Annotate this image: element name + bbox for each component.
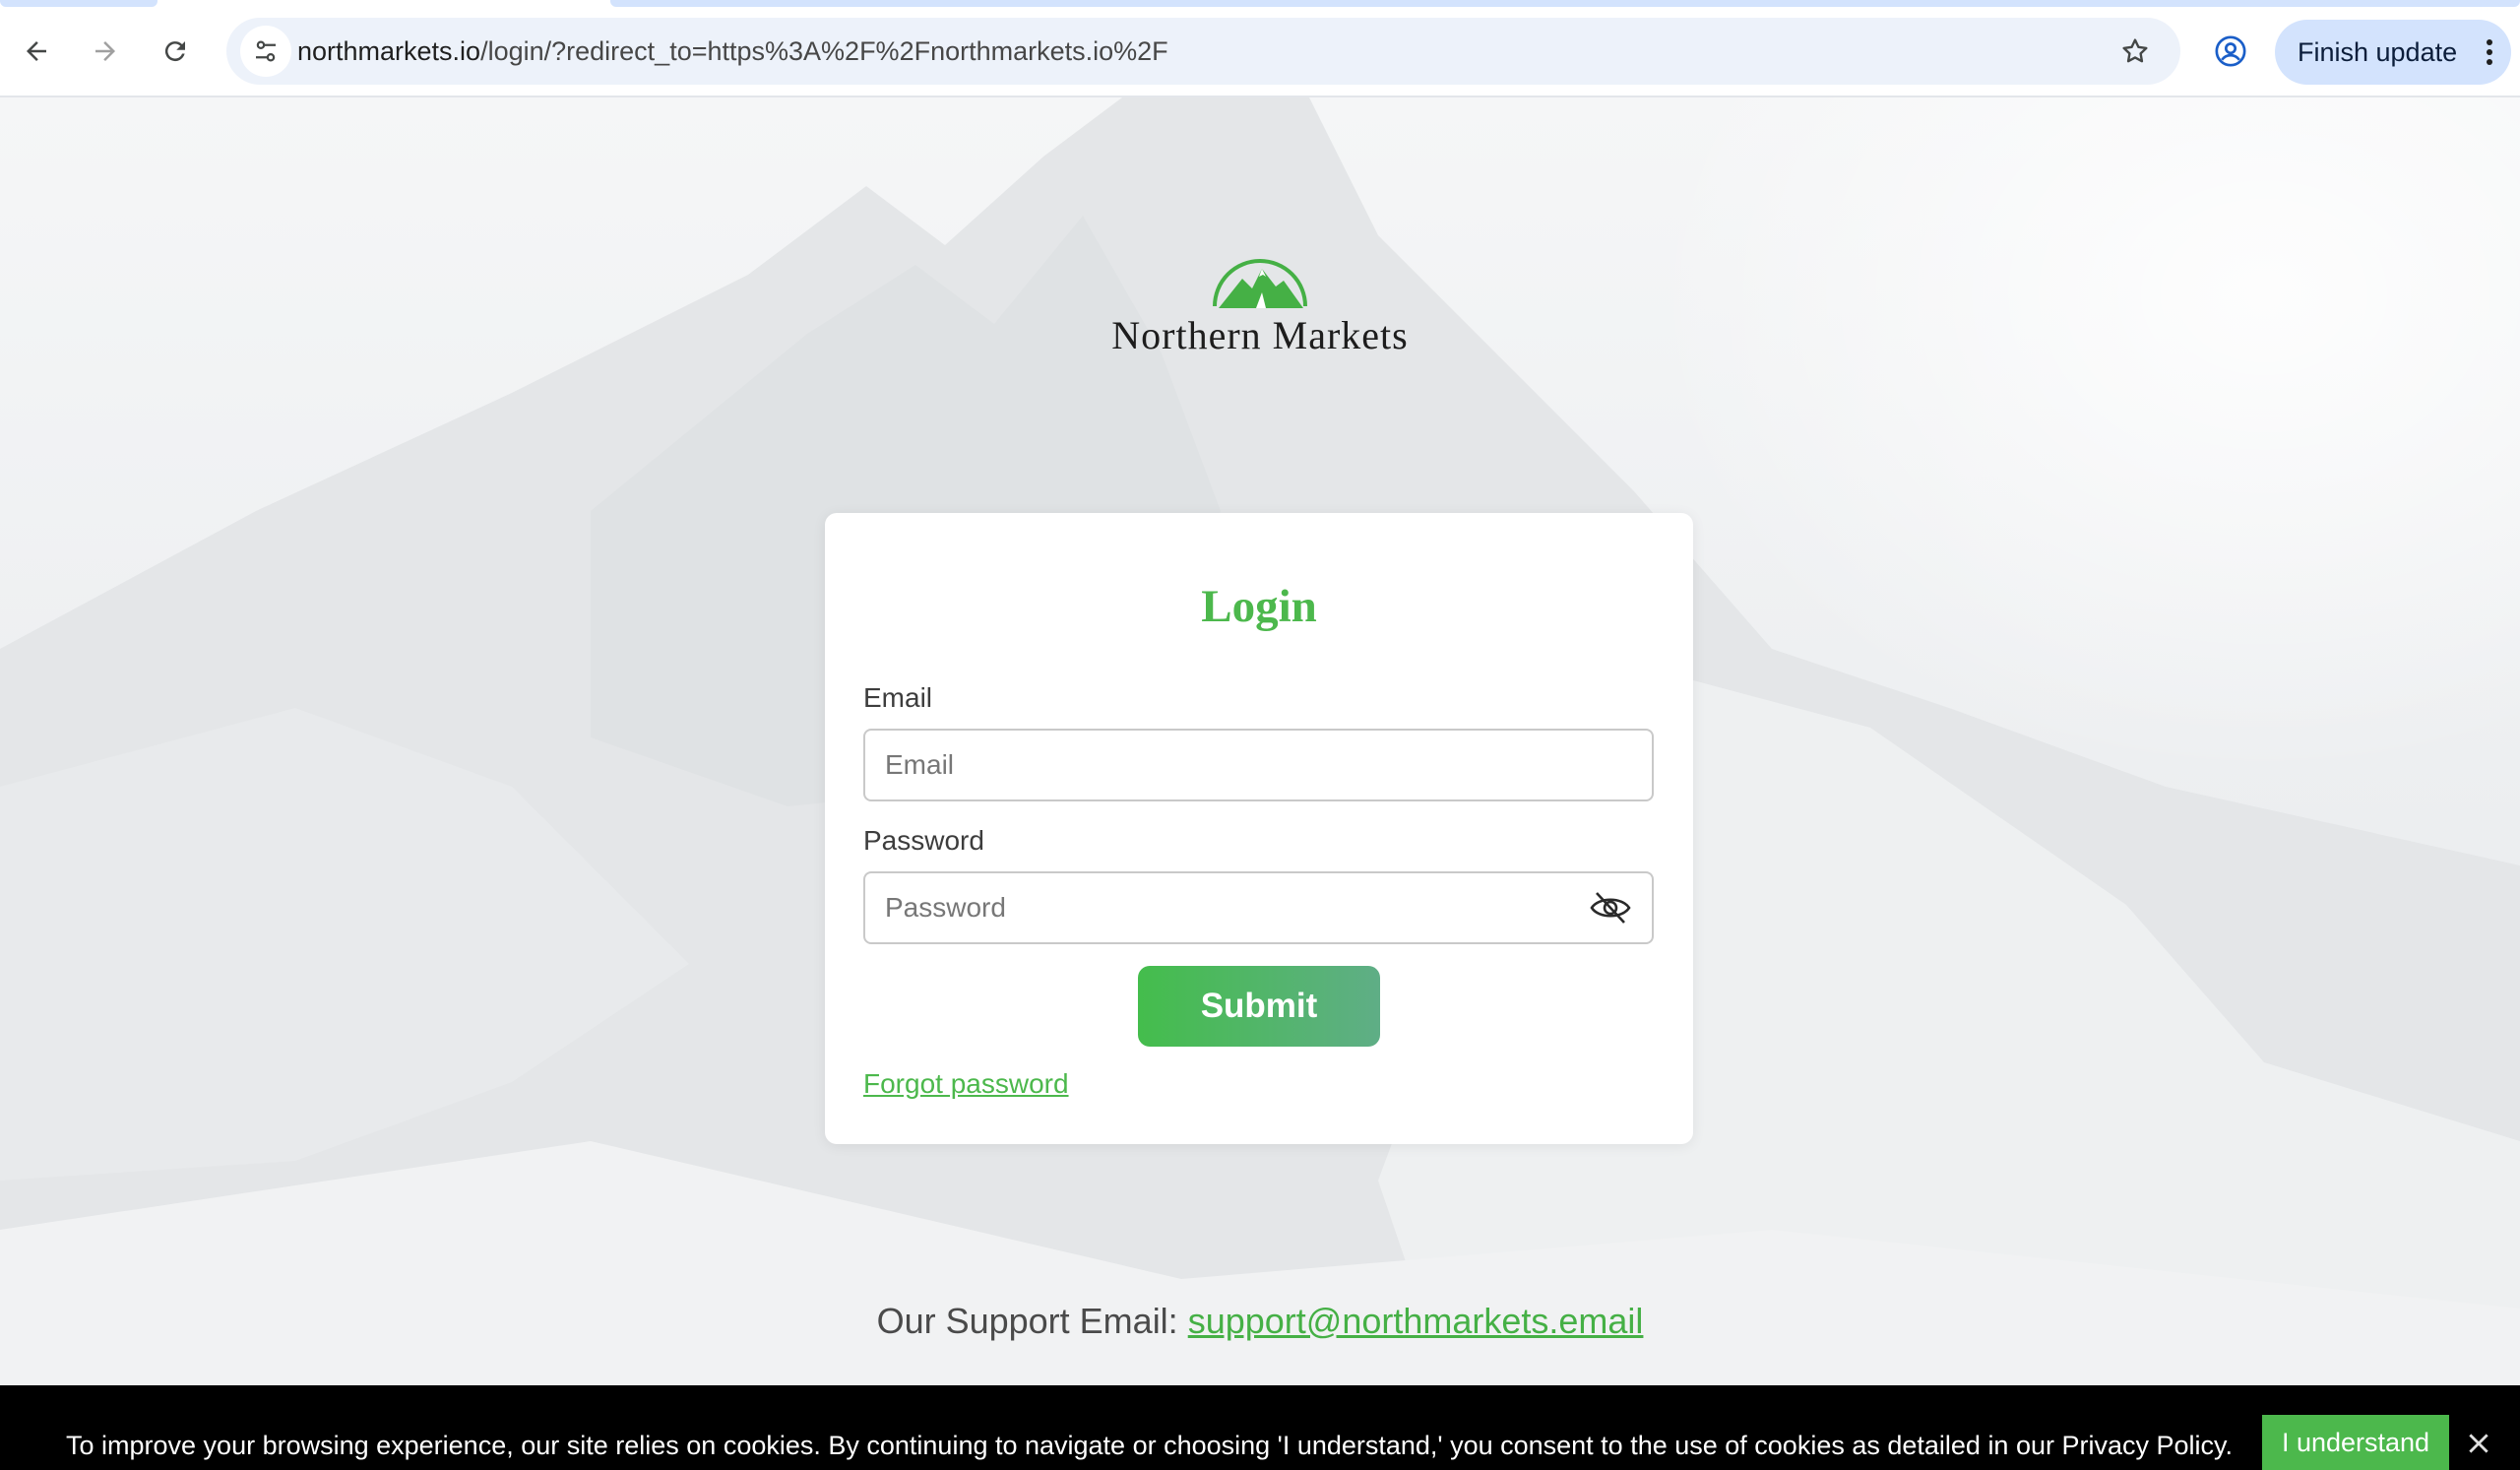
submit-button[interactable]: Submit (1138, 966, 1380, 1047)
star-icon (2122, 38, 2148, 63)
bookmark-button[interactable] (2115, 32, 2155, 71)
login-page: Northern Markets Login Email Password Su… (0, 97, 2520, 1470)
reload-icon (164, 41, 185, 62)
password-field-container (863, 871, 1654, 944)
email-label: Email (863, 682, 933, 713)
forgot-password-link[interactable]: Forgot password (863, 1068, 1069, 1100)
browser-toolbar: northmarkets.io/login/?redirect_to=https… (0, 0, 2520, 97)
support-label: Our Support Email: (876, 1301, 1178, 1341)
cookie-accept-button[interactable]: I understand (2262, 1415, 2449, 1470)
tab-strip-indicator (610, 0, 2520, 7)
profile-icon (2215, 35, 2246, 67)
support-email-link[interactable]: support@northmarkets.email (1188, 1301, 1644, 1341)
profile-button[interactable] (2205, 26, 2256, 77)
close-icon[interactable] (2464, 1429, 2493, 1458)
forward-button[interactable] (78, 24, 133, 79)
cookie-message: To improve your browsing experience, our… (66, 1431, 2234, 1460)
email-field[interactable] (885, 731, 1594, 799)
brand-logo[interactable]: Northern Markets (1063, 245, 1457, 373)
password-field[interactable] (885, 873, 1594, 942)
reload-button[interactable] (148, 24, 203, 79)
arrow-left-icon (27, 41, 46, 61)
tune-icon (256, 40, 276, 62)
email-field-container (863, 729, 1654, 801)
finish-update-button[interactable]: Finish update (2275, 20, 2511, 85)
url-domain: northmarkets.io (297, 36, 481, 66)
cookie-banner: To improve your browsing experience, our… (0, 1385, 2520, 1470)
eye-slash-icon[interactable] (1589, 888, 1632, 927)
password-label: Password (863, 825, 984, 856)
address-bar[interactable]: northmarkets.io/login/?redirect_to=https… (226, 18, 2180, 85)
brand-name: Northern Markets (1111, 313, 1409, 357)
tab-strip-indicator (0, 0, 158, 7)
site-info-button[interactable] (240, 26, 291, 77)
url-path: /login/?redirect_to=https%3A%2F%2Fnorthm… (480, 36, 1168, 66)
url-text[interactable]: northmarkets.io/login/?redirect_to=https… (297, 18, 1168, 85)
support-line: Our Support Email: support@northmarkets.… (0, 1301, 2520, 1342)
login-title: Login (1201, 581, 1317, 632)
back-button[interactable] (9, 24, 64, 79)
mountain-logo-icon (1213, 259, 1307, 308)
finish-update-label: Finish update (2298, 36, 2458, 67)
login-card: Login Email Password Submit Forgot passw… (825, 513, 1693, 1144)
arrow-right-icon (95, 41, 115, 61)
kebab-menu-icon[interactable] (2480, 32, 2499, 72)
